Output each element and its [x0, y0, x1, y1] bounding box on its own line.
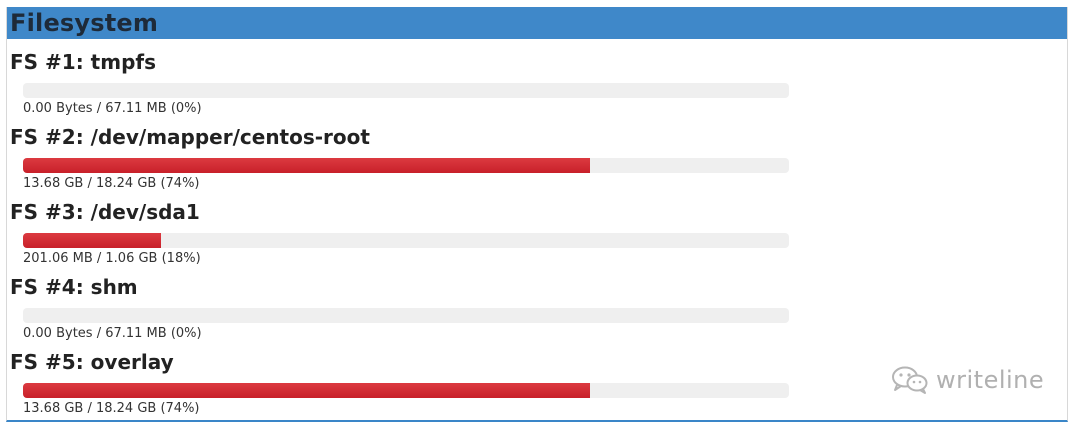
- usage-progress-bar: [23, 308, 789, 323]
- filesystem-name: FS #1: tmpfs: [10, 50, 156, 74]
- usage-progress-fill: [23, 158, 590, 173]
- usage-progress-fill: [23, 383, 590, 398]
- usage-progress-bar: [23, 83, 789, 98]
- filesystem-name: FS #4: shm: [10, 275, 138, 299]
- wechat-icon: [890, 365, 930, 395]
- usage-text: 13.68 GB / 18.24 GB (74%): [23, 176, 200, 191]
- filesystem-name: FS #3: /dev/sda1: [10, 200, 200, 224]
- usage-text: 13.68 GB / 18.24 GB (74%): [23, 401, 200, 416]
- usage-progress-bar: [23, 158, 789, 173]
- usage-progress-bar: [23, 383, 789, 398]
- panel-header: Filesystem: [7, 7, 1067, 39]
- usage-progress-fill: [23, 233, 161, 248]
- watermark: writeline: [890, 365, 1044, 395]
- usage-progress-bar: [23, 233, 789, 248]
- usage-text: 0.00 Bytes / 67.11 MB (0%): [23, 101, 202, 116]
- usage-text: 0.00 Bytes / 67.11 MB (0%): [23, 326, 202, 341]
- filesystem-name: FS #2: /dev/mapper/centos-root: [10, 125, 370, 149]
- filesystem-name: FS #5: overlay: [10, 350, 174, 374]
- watermark-text: writeline: [936, 366, 1045, 394]
- usage-text: 201.06 MB / 1.06 GB (18%): [23, 251, 201, 266]
- filesystem-panel: Filesystem FS #1: tmpfs 0.00 Bytes / 67.…: [6, 7, 1068, 422]
- panel-title: Filesystem: [10, 9, 159, 37]
